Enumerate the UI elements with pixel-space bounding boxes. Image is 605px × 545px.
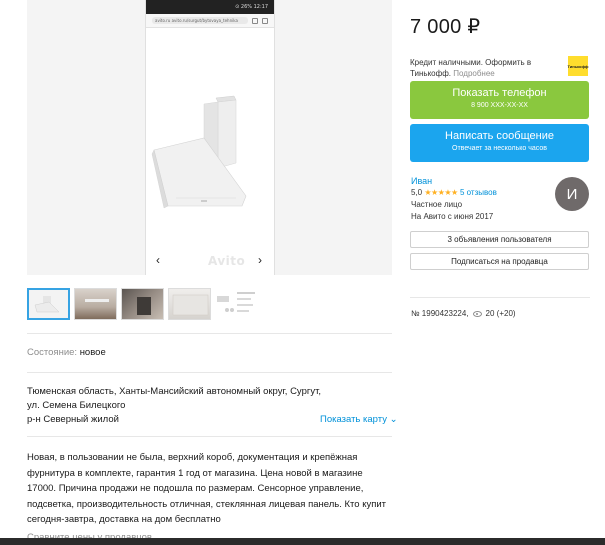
thumbnail[interactable]: [168, 288, 211, 320]
divider: [27, 436, 392, 437]
price: 7 000 ₽: [410, 16, 481, 38]
listing-number: № 1990423224,: [411, 309, 469, 318]
thumbnail[interactable]: [27, 288, 70, 320]
address-line: р-н Северный жилой: [27, 414, 119, 425]
seller-avatar[interactable]: И: [555, 177, 589, 211]
seller-rating: 5,0 ★★★★★ 5 отзывов: [411, 188, 497, 197]
eye-icon: [472, 310, 482, 317]
phone-url-bar: avito.ru avito.ru/surgut/bytovaya_tehnik…: [146, 14, 274, 28]
seller-type: Частное лицо: [411, 200, 463, 209]
address-line: ул. Семена Билецкого: [27, 400, 126, 411]
item-description: Новая, в пользовании не была, верхний ко…: [27, 452, 387, 525]
show-phone-label: Показать телефон: [452, 87, 547, 99]
subscribe-seller-button[interactable]: Подписаться на продавца: [410, 253, 589, 270]
user-ads-button[interactable]: 3 объявления пользователя: [410, 231, 589, 248]
address-block: Тюменская область, Ханты-Мансийский авто…: [27, 385, 321, 427]
prev-photo-arrow[interactable]: ‹: [156, 253, 160, 267]
reviews-link[interactable]: 5 отзывов: [460, 188, 497, 197]
tinkoff-logo: Тинькофф: [567, 56, 589, 76]
thumbnail[interactable]: [121, 288, 164, 320]
divider: [27, 372, 392, 373]
avito-watermark: Avito: [208, 254, 246, 268]
phone-status-bar: ⊙ 26% 12:17: [146, 0, 274, 14]
rating-value: 5,0: [411, 188, 423, 197]
condition-label: Состояние:: [27, 347, 78, 358]
views-count: 20 (+20): [485, 309, 516, 318]
thumbnail[interactable]: [74, 288, 117, 320]
seller-name-link[interactable]: Иван: [411, 176, 432, 186]
thumbnail[interactable]: [215, 288, 258, 320]
condition-row: Состояние: новое: [27, 347, 106, 358]
menu-icon: [262, 17, 268, 24]
divider: [27, 333, 392, 334]
seller-since: На Авито с июня 2017: [411, 212, 494, 221]
credit-offer: Кредит наличными. Оформить в Тинькофф. П…: [410, 57, 550, 79]
tabs-icon: [252, 17, 258, 24]
address-line: Тюменская область, Ханты-Мансийский авто…: [27, 386, 322, 397]
divider: [410, 297, 590, 298]
write-message-button[interactable]: Написать сообщение Отвечает за несколько…: [410, 124, 589, 162]
thumbnail-strip: [27, 288, 258, 320]
main-photo[interactable]: ⊙ 26% 12:17 avito.ru avito.ru/surgut/byt…: [145, 0, 275, 275]
phone-url-text: avito.ru avito.ru/surgut/bytovaya_tehnik…: [152, 17, 248, 24]
os-taskbar: [0, 538, 605, 545]
write-message-label: Написать сообщение: [445, 130, 554, 142]
rating-stars-icon: ★★★★★: [424, 188, 458, 197]
range-hood-image: [151, 95, 247, 209]
show-map-link[interactable]: Показать карту ⌄: [320, 414, 398, 425]
phone-number-masked: 8 900 XXX-XX-XX: [471, 102, 528, 109]
next-photo-arrow[interactable]: ›: [258, 253, 262, 267]
show-phone-button[interactable]: Показать телефон 8 900 XXX-XX-XX: [410, 81, 589, 119]
response-time: Отвечает за несколько часов: [452, 145, 547, 152]
photo-gallery[interactable]: ⊙ 26% 12:17 avito.ru avito.ru/surgut/byt…: [27, 0, 392, 275]
condition-value: новое: [79, 347, 106, 358]
listing-meta: № 1990423224, 20 (+20): [411, 309, 516, 318]
credit-more-link[interactable]: Подробнее: [453, 69, 495, 78]
